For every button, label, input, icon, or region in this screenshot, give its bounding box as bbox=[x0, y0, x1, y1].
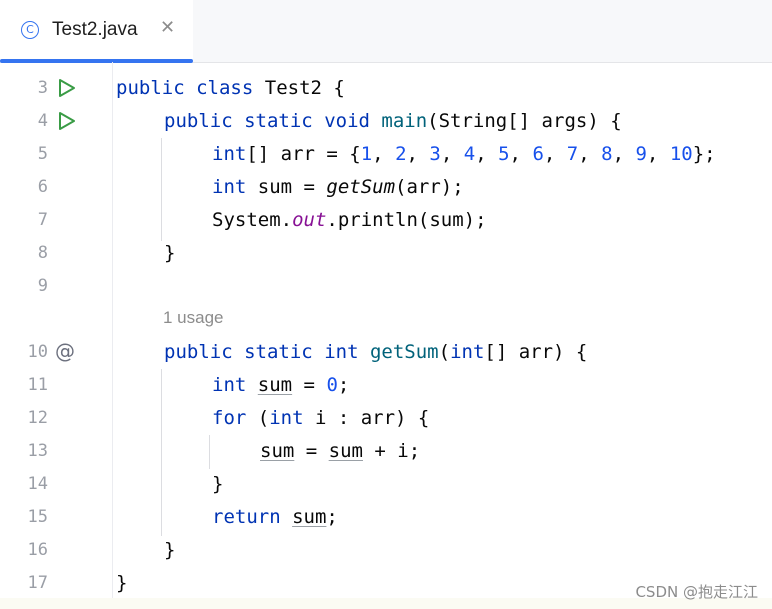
line-number: 9 bbox=[37, 276, 48, 296]
code-line: 6 int sum = getSum(arr); bbox=[0, 170, 772, 203]
tab-test2-java[interactable]: C Test2.java ✕ bbox=[0, 0, 193, 63]
line-number: 8 bbox=[37, 243, 48, 263]
close-icon[interactable]: ✕ bbox=[160, 17, 175, 38]
code-text: int sum = 0; bbox=[212, 374, 350, 396]
code-text: return sum; bbox=[212, 506, 338, 528]
line-number: 16 bbox=[27, 540, 48, 560]
code-line: 4 public static void main(String[] args)… bbox=[0, 104, 772, 137]
code-text: int sum = getSum(arr); bbox=[212, 176, 464, 198]
code-line: 5 int[] arr = {1, 2, 3, 4, 5, 6, 7, 8, 9… bbox=[0, 137, 772, 170]
line-number: 12 bbox=[27, 408, 48, 428]
usage-hint[interactable]: 1 usage bbox=[163, 308, 224, 328]
code-text: } bbox=[164, 242, 176, 264]
overrides-at-icon[interactable]: @ bbox=[55, 339, 75, 363]
code-line: 16 } bbox=[0, 533, 772, 566]
run-icon[interactable] bbox=[57, 111, 77, 131]
line-number: 4 bbox=[37, 111, 48, 131]
active-tab-indicator bbox=[0, 59, 193, 63]
code-text: public static int getSum(int[] arr) { bbox=[164, 341, 588, 363]
code-line: 8 } bbox=[0, 236, 772, 269]
code-line: 10 @ public static int getSum(int[] arr)… bbox=[0, 335, 772, 368]
code-line: 15 return sum; bbox=[0, 500, 772, 533]
code-text: sum = sum + i; bbox=[260, 440, 421, 462]
watermark: CSDN @抱走江江 bbox=[635, 583, 758, 601]
code-text: int[] arr = {1, 2, 3, 4, 5, 6, 7, 8, 9, … bbox=[212, 143, 716, 165]
line-number: 11 bbox=[27, 375, 48, 395]
code-line: 12 for (int i : arr) { bbox=[0, 401, 772, 434]
run-icon[interactable] bbox=[57, 78, 77, 98]
line-number: 14 bbox=[27, 474, 48, 494]
tab-title: Test2.java bbox=[52, 19, 138, 40]
code-text: for (int i : arr) { bbox=[212, 407, 430, 429]
line-number: 6 bbox=[37, 177, 48, 197]
editor-tab-bar: C Test2.java ✕ bbox=[0, 0, 772, 63]
code-text: public class Test2 { bbox=[116, 77, 345, 99]
line-number: 7 bbox=[37, 210, 48, 230]
code-line: 14 } bbox=[0, 467, 772, 500]
code-text: } bbox=[212, 473, 224, 495]
line-number: 13 bbox=[27, 441, 48, 461]
code-text: public static void main(String[] args) { bbox=[164, 110, 622, 132]
java-class-icon: C bbox=[21, 21, 39, 39]
line-number: 3 bbox=[37, 78, 48, 98]
code-line: 9 bbox=[0, 269, 772, 302]
code-line: 11 int sum = 0; bbox=[0, 368, 772, 401]
code-text: System.out.println(sum); bbox=[212, 209, 487, 231]
line-number: 15 bbox=[27, 507, 48, 527]
code-text: } bbox=[164, 539, 176, 561]
code-line: 13 sum = sum + i; bbox=[0, 434, 772, 467]
code-line: 7 System.out.println(sum); bbox=[0, 203, 772, 236]
line-number: 10 bbox=[27, 342, 48, 362]
code-text: } bbox=[116, 572, 128, 594]
code-line: 3 public class Test2 { bbox=[0, 71, 772, 104]
line-number: 17 bbox=[27, 573, 48, 593]
line-number: 5 bbox=[37, 144, 48, 164]
